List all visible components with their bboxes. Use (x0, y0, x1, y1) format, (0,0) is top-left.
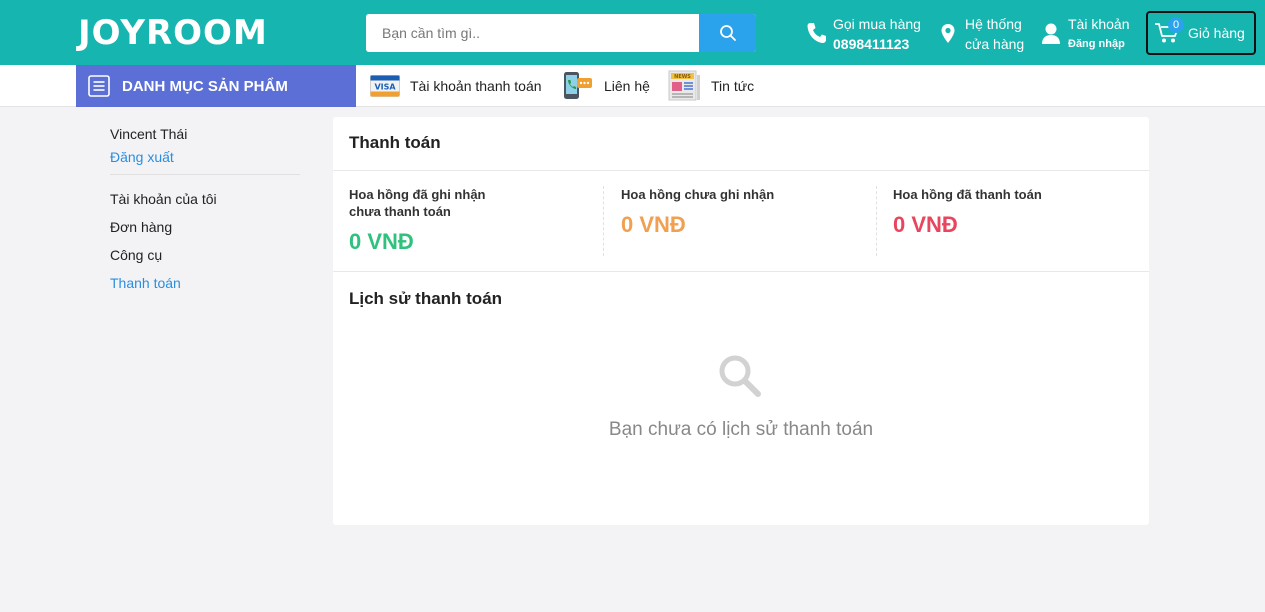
user-name: Vincent Thái (110, 126, 188, 142)
category-menu-label: DANH MỤC SẢN PHẨM (122, 77, 288, 95)
sidebar-divider (110, 174, 300, 175)
store-system[interactable]: Hệ thống cửa hàng (940, 14, 1024, 54)
login-link[interactable]: Đăng nhập (1068, 34, 1129, 54)
newspaper-icon: NEWS (668, 70, 700, 101)
payment-card: Thanh toán Hoa hồng đã ghi nhận chưa tha… (333, 117, 1149, 525)
divider (333, 271, 1149, 272)
account-menu[interactable]: Tài khoản Đăng nhập (1040, 14, 1129, 54)
sidebar-item-payment[interactable]: Thanh toán (110, 273, 300, 301)
stat-unrecorded: Hoa hồng chưa ghi nhận 0 VNĐ (621, 186, 871, 238)
hotline-number: 0898411123 (833, 36, 910, 52)
stat-separator (603, 186, 604, 256)
user-icon (1042, 23, 1060, 44)
sidebar-item-tools[interactable]: Công cụ (110, 245, 300, 273)
account-sidebar: Vincent Thái Đăng xuất Tài khoản của tôi… (110, 124, 300, 301)
nav-payment-account-label: Tài khoản thanh toán (410, 78, 542, 94)
cart-button[interactable]: 0 Giỏ hàng (1146, 11, 1256, 55)
nav-contact-label: Liên hệ (604, 78, 650, 94)
nav-news[interactable]: NEWS Tin tức (668, 70, 754, 102)
stat-label: Hoa hồng đã thanh toán (893, 187, 1042, 202)
stat-paid: Hoa hồng đã thanh toán 0 VNĐ (893, 186, 1143, 238)
svg-text:VISA: VISA (374, 83, 396, 92)
stat-separator (876, 186, 877, 256)
sidebar-item-my-account[interactable]: Tài khoản của tôi (110, 189, 300, 217)
store-line1: Hệ thống (965, 16, 1022, 32)
stat-label: Hoa hồng chưa ghi nhận (621, 187, 775, 202)
search-button[interactable] (699, 14, 756, 52)
site-header: JOYROOM Gọi mua hàng 0898411123 Hệ thống… (0, 0, 1265, 65)
nav-contact[interactable]: Liên hệ (562, 70, 650, 102)
stat-label: Hoa hồng đã ghi nhận chưa thanh toán (349, 187, 486, 219)
divider (333, 170, 1149, 171)
history-title: Lịch sử thanh toán (349, 289, 503, 308)
empty-state-message: Bạn chưa có lịch sử thanh toán (608, 419, 874, 440)
location-pin-icon (941, 24, 955, 43)
phone-icon (807, 23, 826, 43)
stat-recorded-unpaid: Hoa hồng đã ghi nhận chưa thanh toán 0 V… (349, 186, 599, 255)
menu-list-icon (88, 75, 110, 97)
search-icon (719, 25, 736, 41)
svg-text:NEWS: NEWS (674, 74, 691, 80)
stat-value: 0 VNĐ (349, 229, 414, 254)
logo[interactable]: JOYROOM (78, 14, 268, 52)
visa-card-icon: VISA (370, 75, 400, 97)
logout-link[interactable]: Đăng xuất (110, 147, 300, 167)
sidebar-item-orders[interactable]: Đơn hàng (110, 217, 300, 245)
nav-news-label: Tin tức (711, 78, 755, 94)
cart-label: Giỏ hàng (1188, 25, 1245, 41)
phone-contact-icon (564, 72, 592, 99)
magnifier-icon (719, 355, 761, 397)
stat-value: 0 VNĐ (621, 212, 686, 237)
main-nav: DANH MỤC SẢN PHẨM VISA Tài khoản thanh t… (0, 65, 1265, 107)
search-input[interactable] (366, 14, 699, 52)
search-box (366, 14, 756, 52)
store-line2: cửa hàng (965, 36, 1025, 52)
page-title: Thanh toán (349, 133, 441, 152)
nav-payment-account[interactable]: VISA Tài khoản thanh toán (370, 70, 542, 102)
stat-value: 0 VNĐ (893, 212, 958, 237)
call-label: Gọi mua hàng (833, 16, 921, 32)
call-to-buy[interactable]: Gọi mua hàng 0898411123 (805, 14, 921, 54)
account-label: Tài khoản (1068, 16, 1130, 32)
cart-count-badge: 0 (1168, 17, 1184, 33)
category-menu-button[interactable]: DANH MỤC SẢN PHẨM (76, 65, 356, 107)
